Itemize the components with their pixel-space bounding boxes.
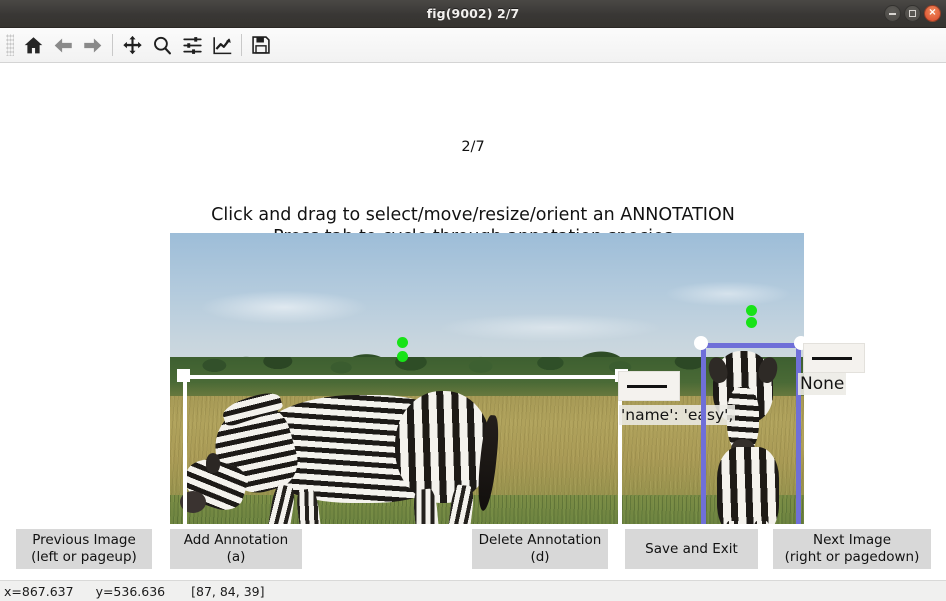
- edit-curves-icon: [212, 36, 231, 54]
- title-bar: fig(9002) 2/7 ×: [0, 0, 946, 28]
- minimize-icon: [889, 12, 896, 15]
- zebra-left: [178, 373, 525, 524]
- toolbar-drag-grip[interactable]: [6, 34, 14, 56]
- save-and-exit-label-1: Save and Exit: [645, 540, 738, 557]
- window-controls: ×: [884, 0, 941, 27]
- annotation-legend-label-blue: None: [798, 373, 847, 395]
- annotation-image-area[interactable]: 'name': 'easy', None: [170, 233, 865, 524]
- configure-subplots-icon: [182, 36, 202, 54]
- legend-line-white: [627, 384, 667, 388]
- toolbar-separator-2: [241, 34, 242, 56]
- add-annotation-button[interactable]: Add Annotation (a): [170, 529, 302, 569]
- close-icon: ×: [928, 7, 937, 18]
- forward-button[interactable]: [78, 31, 108, 60]
- delete-annotation-label-2: (d): [530, 549, 550, 565]
- home-icon: [24, 36, 42, 53]
- zebra-photograph: [170, 233, 804, 524]
- next-image-label-1: Next Image: [812, 532, 892, 548]
- save-and-exit-button[interactable]: Save and Exit: [625, 529, 758, 569]
- zebra-right: [695, 343, 800, 524]
- next-image-button[interactable]: Next Image (right or pagedown): [773, 529, 931, 569]
- page-counter: 2/7: [461, 139, 485, 155]
- previous-image-button[interactable]: Previous Image (left or pageup): [16, 529, 152, 569]
- back-arrow-icon: [54, 38, 72, 52]
- status-y-coordinate: y=536.636: [95, 583, 166, 599]
- pan-move-icon: [122, 35, 142, 54]
- minimize-button[interactable]: [884, 5, 901, 22]
- figure-canvas[interactable]: 2/7 Click and drag to select/move/resize…: [0, 63, 946, 524]
- annotation-legend-blue: [803, 343, 865, 373]
- annotation-legend-white: [618, 371, 680, 401]
- window-title: fig(9002) 2/7: [426, 6, 520, 21]
- add-annotation-label-1: Add Annotation: [183, 532, 289, 548]
- home-button[interactable]: [18, 31, 48, 60]
- back-button[interactable]: [48, 31, 78, 60]
- legend-line-blue: [812, 356, 852, 360]
- previous-image-label-2: (left or pageup): [31, 549, 137, 565]
- save-floppy-icon: [252, 36, 270, 54]
- zoom-button[interactable]: [147, 31, 177, 60]
- configure-subplots-button[interactable]: [177, 31, 207, 60]
- status-x-coordinate: x=867.637: [4, 583, 74, 599]
- application-window: fig(9002) 2/7 × 2/7 Click and drag to se…: [0, 0, 946, 601]
- close-button[interactable]: ×: [924, 5, 941, 22]
- instruction-line-1: Click and drag to select/move/resize/ori…: [211, 205, 735, 225]
- previous-image-label-1: Previous Image: [32, 532, 136, 548]
- annotation-legend-label-white: 'name': 'easy',: [619, 405, 736, 425]
- pan-button[interactable]: [117, 31, 147, 60]
- status-pixel-rgb: [87, 84, 39]: [191, 583, 265, 599]
- add-annotation-label-2: (a): [226, 549, 246, 565]
- zoom-magnifier-icon: [153, 36, 171, 54]
- maximize-button[interactable]: [904, 5, 921, 22]
- delete-annotation-button[interactable]: Delete Annotation (d): [472, 529, 608, 569]
- save-button[interactable]: [246, 31, 276, 60]
- maximize-icon: [909, 10, 916, 17]
- edit-curves-button[interactable]: [207, 31, 237, 60]
- forward-arrow-icon: [84, 38, 102, 52]
- navigation-toolbar: [0, 28, 946, 63]
- status-bar: x=867.637 y=536.636 [87, 84, 39]: [0, 580, 946, 601]
- delete-annotation-label-1: Delete Annotation: [478, 532, 602, 548]
- action-button-bar: Previous Image (left or pageup) Add Anno…: [0, 524, 946, 580]
- next-image-label-2: (right or pagedown): [784, 549, 920, 565]
- toolbar-separator-1: [112, 34, 113, 56]
